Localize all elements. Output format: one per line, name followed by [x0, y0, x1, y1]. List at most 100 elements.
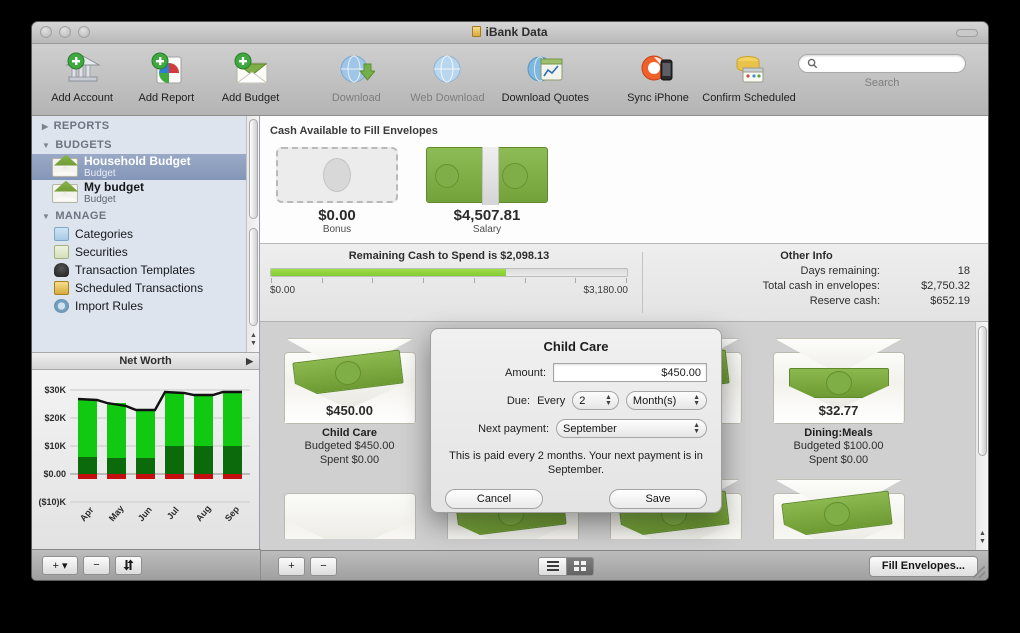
envelope-card-partial[interactable]	[757, 479, 920, 539]
interval-unit-select[interactable]: Month(s) ▲ ▼	[625, 391, 707, 410]
fill-envelopes-button[interactable]: Fill Envelopes...	[868, 555, 978, 577]
toolbar-toggle-button[interactable]	[956, 29, 978, 37]
envelope-name: Dining:Meals	[804, 427, 873, 439]
sync-iphone-icon	[639, 49, 677, 89]
sidebar-group-budgets[interactable]: ▼ BUDGETS	[32, 135, 259, 154]
envelope-card-partial[interactable]	[268, 479, 431, 539]
toolbar-download-label: Download	[331, 92, 381, 104]
envelope-scrollbar-thumb[interactable]	[978, 326, 987, 456]
title-bar[interactable]: iBank Data	[32, 22, 988, 44]
svg-text:May: May	[107, 503, 126, 523]
net-worth-chart-svg: $30K $20K $10K $0.00 ($10)K Apr May Jun …	[38, 385, 250, 523]
save-button[interactable]: Save	[609, 489, 707, 509]
sidebar-remove-button[interactable]: −	[83, 555, 110, 575]
folder-icon	[54, 227, 69, 241]
dialog-note: This is paid every 2 months. Your next p…	[449, 450, 703, 476]
envelope-graphic	[772, 479, 905, 539]
sidebar-scrollbar-thumb[interactable]	[249, 119, 258, 219]
list-view-icon[interactable]	[538, 556, 566, 576]
toolbar-download-quotes-label: Download Quotes	[501, 92, 590, 104]
sidebar-scrollbar-thumb-2[interactable]	[249, 228, 258, 326]
sidebar-item-categories[interactable]: Categories	[32, 225, 259, 243]
sidebar-item-categories-label: Categories	[75, 227, 134, 241]
sidebar-group-manage[interactable]: ▼ MANAGE	[32, 206, 259, 225]
svg-text:Jul: Jul	[165, 505, 181, 521]
envelope-icon	[52, 183, 78, 203]
sidebar-item-my-budget[interactable]: My budget Budget	[32, 180, 259, 206]
envelope-graphic: $32.77	[772, 338, 905, 424]
resize-grip[interactable]	[973, 566, 985, 578]
amount-input[interactable]	[553, 363, 707, 382]
sidebar-item-household-budget[interactable]: Household Budget Budget	[32, 154, 259, 180]
toolbar-add-report[interactable]: Add Report	[124, 49, 208, 104]
view-mode-switch[interactable]	[538, 556, 594, 576]
chevron-down-icon: ▼	[42, 211, 51, 221]
svg-text:$10K: $10K	[44, 441, 66, 451]
sidebar-item-import-rules[interactable]: Import Rules	[32, 297, 259, 315]
transfer-icon	[123, 559, 134, 571]
sidebar-add-button[interactable]: + ▾	[42, 555, 78, 575]
svg-text:$0.00: $0.00	[43, 469, 66, 479]
sidebar-item-transaction-templates-label: Transaction Templates	[75, 263, 196, 277]
search-input[interactable]	[818, 57, 957, 70]
envelope-scroll-arrows[interactable]: ▲ ▼	[976, 524, 988, 550]
other-info-section: Other Info Days remaining: 18 Total cash…	[643, 244, 988, 321]
next-payment-select[interactable]: September ▲ ▼	[556, 419, 707, 438]
sidebar-group-reports[interactable]: ▶ REPORTS	[32, 116, 259, 135]
remaining-cash-progress	[270, 268, 628, 277]
import-rules-icon	[54, 299, 69, 313]
add-account-icon	[63, 49, 102, 89]
toolbar-web-download[interactable]: Web Download	[398, 49, 496, 104]
sidebar-item-securities-label: Securities	[75, 245, 128, 259]
add-budget-icon	[231, 49, 271, 89]
envelope-name: Child Care	[321, 427, 377, 439]
svg-text:Aug: Aug	[194, 503, 213, 523]
interval-stepper[interactable]: 2 ▲ ▼	[572, 391, 619, 410]
envelope-amount: $32.77	[818, 403, 859, 418]
other-info-key: Days remaining:	[800, 265, 880, 277]
progress-max-label: $3,180.00	[583, 285, 629, 296]
toolbar-sync-iphone[interactable]: Sync iPhone	[616, 49, 700, 104]
sidebar-item-scheduled-transactions[interactable]: Scheduled Transactions	[32, 279, 259, 297]
search-box[interactable]	[798, 54, 966, 73]
envelope-scrollbar[interactable]: ▲ ▼	[975, 322, 988, 550]
source-list: ▶ REPORTS ▼ BUDGETS Household Budget Bud…	[32, 116, 259, 352]
securities-icon	[54, 245, 69, 259]
toolbar-download[interactable]: Download	[314, 49, 398, 104]
money-stack-icon	[426, 147, 548, 205]
chevron-down-icon: ▼	[42, 140, 51, 150]
info-strip: Remaining Cash to Spend is $2,098.13 $0.…	[260, 244, 988, 322]
envelope-card-child-care[interactable]: $450.00 Child Care Budgeted $450.00 Spen…	[268, 338, 431, 467]
sidebar-item-securities[interactable]: Securities	[32, 243, 259, 261]
grid-view-icon[interactable]	[566, 556, 594, 576]
sidebar-scrollbar[interactable]: ▲ ▼	[246, 116, 259, 352]
other-info-key: Total cash in envelopes:	[762, 280, 880, 292]
other-info-title: Other Info	[780, 250, 833, 262]
sidebar-scroll-arrows[interactable]: ▲ ▼	[247, 326, 259, 352]
envelope-budgeted: Budgeted $450.00	[304, 440, 395, 452]
toolbar-download-quotes[interactable]: Download Quotes	[496, 49, 594, 104]
cash-item-salary[interactable]: $4,507.81 Salary	[424, 147, 550, 235]
web-download-icon	[428, 49, 466, 89]
add-envelope-button[interactable]: +	[278, 556, 305, 576]
plus-menu-icon: + ▾	[52, 559, 68, 572]
toolbar-confirm-scheduled[interactable]: Confirm Scheduled	[700, 49, 798, 104]
toolbar-add-budget-label: Add Budget	[221, 92, 280, 104]
sidebar-item-transaction-templates[interactable]: Transaction Templates	[32, 261, 259, 279]
dialog-due-row: Due: Every 2 ▲ ▼ Month(s) ▲ ▼	[445, 391, 707, 410]
sidebar-item-household-budget-sub: Budget	[84, 168, 116, 179]
toolbar-add-account-label: Add Account	[51, 92, 113, 104]
toolbar-add-budget[interactable]: Add Budget	[208, 49, 292, 104]
dialog-title: Child Care	[543, 339, 609, 354]
envelope-card-dining-meals[interactable]: $32.77 Dining:Meals Budgeted $100.00 Spe…	[757, 338, 920, 467]
remove-envelope-button[interactable]: −	[310, 556, 337, 576]
remaining-cash-progress-fill	[271, 269, 506, 276]
envelope-spent: Spent $0.00	[808, 454, 869, 466]
remaining-cash-section: Remaining Cash to Spend is $2,098.13 $0.…	[260, 244, 642, 321]
dialog-next-payment-row: Next payment: September ▲ ▼	[445, 419, 707, 438]
net-worth-header[interactable]: Net Worth ▶	[32, 352, 259, 370]
sidebar-transfer-button[interactable]	[115, 555, 142, 575]
toolbar-add-account[interactable]: Add Account	[40, 49, 124, 104]
cash-item-bonus[interactable]: $0.00 Bonus	[274, 147, 400, 235]
cancel-button[interactable]: Cancel	[445, 489, 543, 509]
